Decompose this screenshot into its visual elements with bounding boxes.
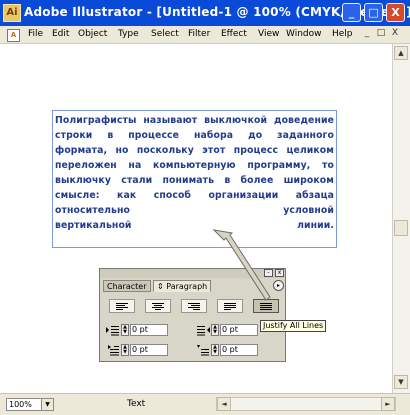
zoom-value: 100% — [9, 400, 32, 409]
status-text: Text — [127, 399, 146, 409]
status-bar: 100% ▼ Text ◄ ► — [0, 393, 410, 415]
scroll-right-button[interactable]: ► — [381, 397, 395, 411]
horizontal-scrollbar[interactable]: ◄ ► — [216, 397, 396, 411]
zoom-dropdown-icon[interactable]: ▼ — [41, 399, 53, 410]
scroll-left-button[interactable]: ◄ — [217, 397, 231, 411]
zoom-select[interactable]: 100% ▼ — [6, 398, 54, 411]
callout-arrow-icon — [212, 229, 271, 301]
